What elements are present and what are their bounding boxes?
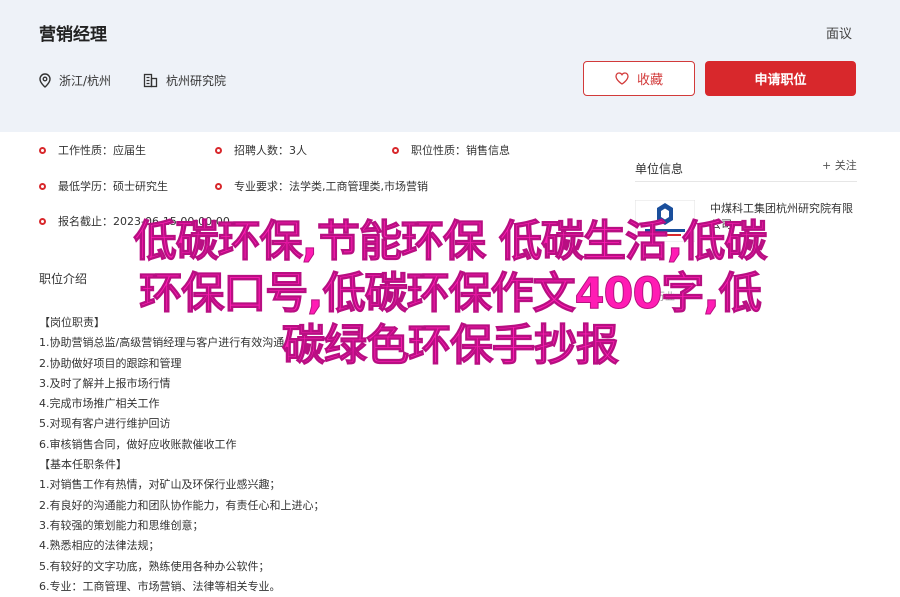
- bullet-icon: [215, 146, 222, 154]
- company-item: 杭州研究院: [143, 72, 226, 89]
- description-line: 6.审核销售合同，做好应收账款催收工作: [39, 437, 237, 451]
- info-label: 招聘人数：: [234, 144, 289, 157]
- company-info-title: 单位信息: [635, 162, 684, 176]
- description-line: 4.完成市场推广相关工作: [39, 397, 160, 411]
- info-item-headcount: 招聘人数： 3人: [215, 142, 307, 158]
- salary-negotiable-link[interactable]: 面议: [826, 23, 852, 42]
- building-icon: [143, 73, 158, 88]
- description-line: 4.熟悉相应的法律法规；: [39, 539, 160, 553]
- follow-button[interactable]: + 关注: [822, 157, 857, 173]
- location-item: 浙江/杭州: [39, 72, 111, 89]
- overlay-line: 低碳环保,节能环保 低碳生活,低碳: [133, 217, 768, 268]
- overlay-caption: 低碳环保,节能环保 低碳生活,低碳 环保口号,低碳环保作文400字,低 碳绿色环…: [0, 216, 900, 372]
- info-label: 专业要求：: [234, 180, 289, 193]
- overlay-line: 碳绿色环保手抄报: [282, 321, 620, 372]
- job-meta: 浙江/杭州 杭州研究院: [39, 72, 258, 89]
- location-text: 浙江/杭州: [59, 74, 112, 88]
- info-item-category: 职位性质： 销售信息: [392, 142, 510, 158]
- description-line: 3.及时了解并上报市场行情: [39, 376, 171, 390]
- info-value: 3人: [289, 144, 307, 157]
- info-label: 最低学历：: [58, 180, 113, 193]
- info-item-education: 最低学历： 硕士研究生: [39, 178, 168, 194]
- description-line: 1.对销售工作有热情，对矿山及环保行业感兴趣；: [39, 478, 281, 492]
- job-title: 营销经理: [39, 25, 107, 45]
- description-line: 2.有良好的沟通能力和团队协作能力，有责任心和上进心；: [39, 498, 325, 512]
- sidebar-divider: [635, 181, 857, 182]
- description-line: 3.有较强的策划能力和思维创意；: [39, 518, 204, 532]
- info-label: 职位性质：: [411, 144, 466, 157]
- info-value: 销售信息: [466, 144, 510, 157]
- company-short-name[interactable]: 杭州研究院: [166, 72, 226, 89]
- info-value: 法学类,工商管理类,市场营销: [289, 180, 428, 193]
- bullet-icon: [39, 182, 46, 190]
- apply-button[interactable]: 申请职位: [705, 61, 856, 96]
- bullet-icon: [392, 146, 399, 154]
- info-value: 硕士研究生: [113, 180, 168, 193]
- description-line: 6.专业：工商管理、市场营销、法律等相关专业。: [39, 579, 281, 593]
- location-pin-icon: [39, 73, 51, 88]
- bullet-icon: [39, 146, 46, 154]
- bullet-icon: [215, 182, 222, 190]
- info-value: 应届生: [113, 144, 146, 157]
- description-line: 【基本任职条件】: [39, 458, 127, 472]
- info-item-nature: 工作性质： 应届生: [39, 142, 146, 158]
- overlay-line: 环保口号,低碳环保作文400字,低: [139, 269, 762, 320]
- description-line: 5.对现有客户进行维护回访: [39, 417, 171, 431]
- favorite-button[interactable]: 收藏: [583, 61, 695, 96]
- description-line: 5.有较好的文字功底，熟练使用各种办公软件；: [39, 559, 270, 573]
- info-item-major: 专业要求： 法学类,工商管理类,市场营销: [215, 178, 428, 194]
- favorite-label: 收藏: [636, 73, 663, 88]
- info-label: 工作性质：: [58, 144, 113, 157]
- heart-icon: [615, 72, 629, 85]
